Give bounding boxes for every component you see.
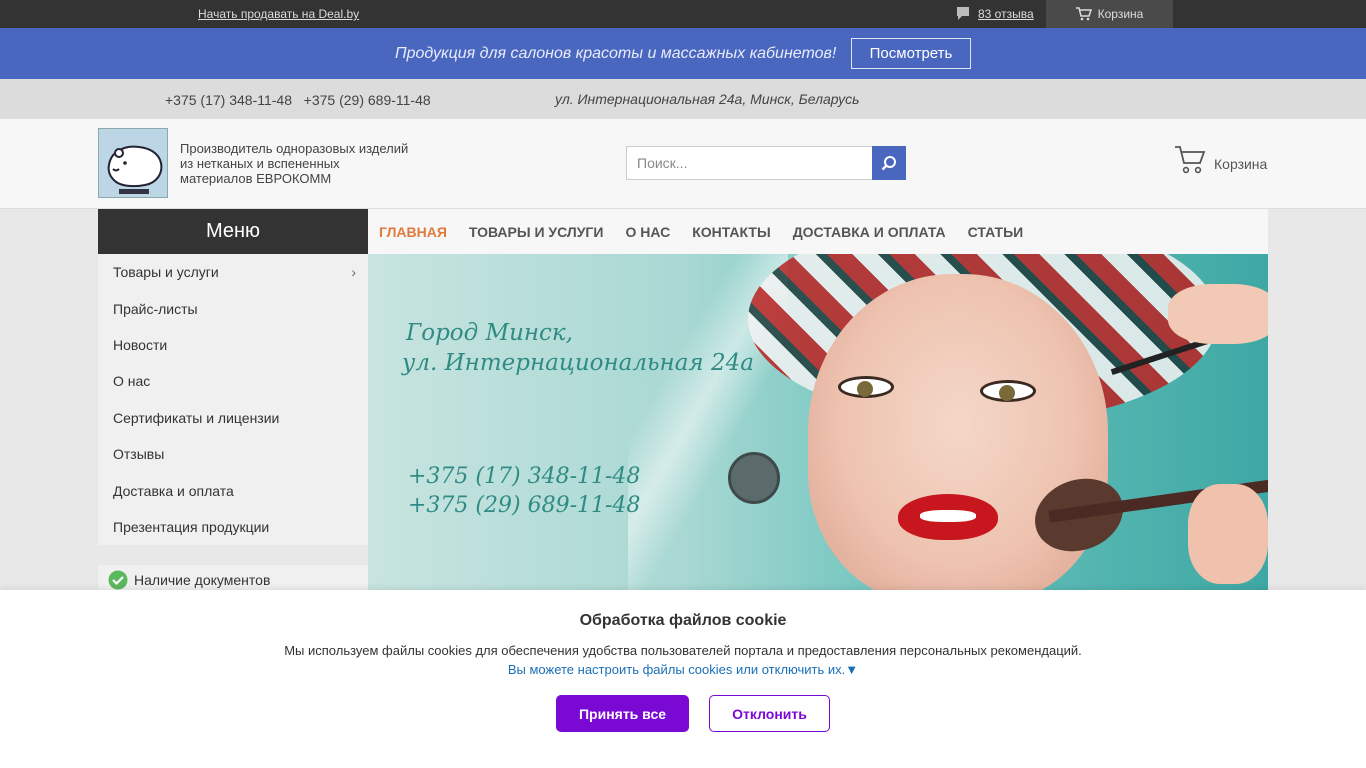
sidebar-item-reviews[interactable]: Отзывы bbox=[98, 436, 368, 472]
top-cart-label: Корзина bbox=[1097, 7, 1144, 21]
documents-label: Наличие документов bbox=[134, 572, 271, 588]
reviews-count: 83 отзыва bbox=[978, 7, 1034, 21]
sidebar-item-label: Отзывы bbox=[113, 446, 165, 463]
cookie-text: Мы используем файлы cookies для обеспече… bbox=[284, 643, 1082, 658]
top-bar: Начать продавать на Deal.by 83 отзыва Ко… bbox=[0, 0, 1366, 28]
search-button[interactable] bbox=[872, 146, 906, 180]
search-input[interactable] bbox=[626, 146, 873, 180]
nav-home[interactable]: ГЛАВНАЯ bbox=[379, 224, 447, 240]
nav-delivery[interactable]: ДОСТАВКА И ОПЛАТА bbox=[793, 224, 946, 240]
sidebar-item-label: Новости bbox=[113, 336, 168, 353]
sidebar-item-label: Прайс-листы bbox=[113, 300, 198, 317]
chevron-right-icon: › bbox=[351, 264, 356, 280]
sidebar-item-presentation[interactable]: Презентация продукции bbox=[98, 509, 368, 545]
reviews-link[interactable]: 83 отзыва bbox=[956, 6, 1034, 22]
sell-on-deal-link[interactable]: Начать продавать на Deal.by bbox=[198, 7, 359, 21]
nav-articles[interactable]: СТАТЬИ bbox=[968, 224, 1024, 240]
check-icon bbox=[108, 570, 128, 590]
cookie-title: Обработка файлов cookie bbox=[579, 612, 787, 629]
header-cart[interactable]: Корзина bbox=[1174, 144, 1267, 176]
promo-view-button[interactable]: Посмотреть bbox=[851, 38, 971, 69]
promo-text: Продукция для салонов красоты и массажны… bbox=[395, 45, 837, 62]
sidebar-item-news[interactable]: Новости bbox=[98, 327, 368, 363]
search-icon bbox=[881, 156, 896, 171]
sidebar-menu: Товары и услуги › Прайс-листы Новости О … bbox=[98, 254, 368, 545]
sidebar-item-label: О нас bbox=[113, 373, 151, 390]
company-tagline: Производитель одноразовых изделий из нет… bbox=[180, 141, 409, 186]
cart-icon bbox=[1175, 146, 1206, 174]
sidebar-item-certificates[interactable]: Сертификаты и лицензии bbox=[98, 400, 368, 436]
cart-icon bbox=[1075, 7, 1092, 21]
banner-lips bbox=[898, 494, 998, 540]
nav-contacts[interactable]: КОНТАКТЫ bbox=[692, 224, 770, 240]
banner-phone-2: +375 (29) 689-11-48 bbox=[408, 493, 641, 518]
contact-phones: +375 (17) 348-11-48 +375 (29) 689-11-48 bbox=[165, 92, 431, 108]
cookie-accept-button[interactable]: Принять все bbox=[556, 695, 689, 732]
nav-about[interactable]: О НАС bbox=[625, 224, 670, 240]
sidebar-item-label: Товары и услуги bbox=[113, 264, 219, 281]
banner-eye-right bbox=[980, 380, 1036, 402]
main-nav: ГЛАВНАЯ ТОВАРЫ И УСЛУГИ О НАС КОНТАКТЫ Д… bbox=[368, 209, 1268, 254]
banner-dryer-decor bbox=[728, 452, 780, 504]
nav-products[interactable]: ТОВАРЫ И УСЛУГИ bbox=[469, 224, 604, 240]
sidebar-item-price-lists[interactable]: Прайс-листы bbox=[98, 290, 368, 326]
sidebar-item-label: Сертификаты и лицензии bbox=[113, 409, 280, 426]
cookie-consent: Обработка файлов cookie Мы используем фа… bbox=[0, 590, 1366, 768]
banner-city-line2: ул. Интернациональная 24а bbox=[402, 350, 754, 376]
banner-phone-1: +375 (17) 348-11-48 bbox=[408, 464, 641, 489]
comment-icon bbox=[957, 7, 969, 20]
banner-phones: +375 (17) 348-11-48 +375 (29) 689-11-48 bbox=[408, 462, 640, 520]
header-cart-label: Корзина bbox=[1214, 156, 1268, 172]
sidebar-item-products[interactable]: Товары и услуги › bbox=[98, 254, 368, 290]
sidebar-item-label: Доставка и оплата bbox=[113, 482, 234, 499]
banner-address: Город Минск, ул. Интернациональная 24а bbox=[402, 318, 754, 378]
site-header: Производитель одноразовых изделий из нет… bbox=[0, 119, 1366, 209]
contact-address: ул. Интернациональная 24а, Минск, Белару… bbox=[555, 91, 860, 107]
contact-strip: +375 (17) 348-11-48 +375 (29) 689-11-48 … bbox=[0, 79, 1366, 119]
banner-city-line1: Город Минск, bbox=[406, 320, 573, 346]
menu-title: Меню bbox=[98, 209, 368, 254]
cookie-decline-button[interactable]: Отклонить bbox=[709, 695, 830, 732]
sidebar-item-delivery[interactable]: Доставка и оплата bbox=[98, 472, 368, 508]
sidebar-item-about[interactable]: О нас bbox=[98, 363, 368, 399]
top-cart-button[interactable]: Корзина bbox=[1046, 0, 1173, 28]
cookie-settings-link[interactable]: Вы можете настроить файлы cookies или от… bbox=[0, 662, 1366, 677]
banner-hand bbox=[1168, 284, 1268, 344]
banner-hand-2 bbox=[1188, 484, 1268, 584]
logo-bear bbox=[99, 129, 167, 197]
logo[interactable] bbox=[98, 128, 168, 198]
banner-eye-left bbox=[838, 376, 894, 398]
hero-banner[interactable]: Город Минск, ул. Интернациональная 24а +… bbox=[368, 254, 1268, 590]
sidebar-item-label: Презентация продукции bbox=[113, 518, 270, 535]
promo-banner: Продукция для салонов красоты и массажны… bbox=[0, 28, 1366, 79]
